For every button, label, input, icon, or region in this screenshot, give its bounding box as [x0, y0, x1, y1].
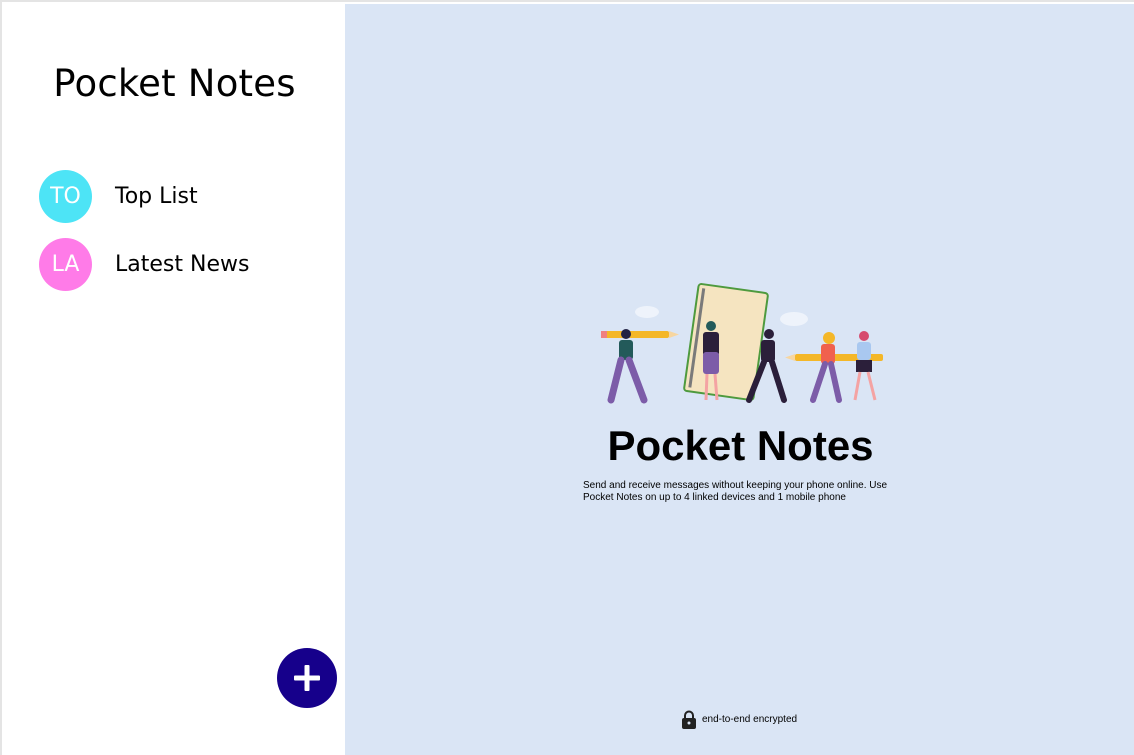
encryption-note: end-to-end encrypted [681, 710, 797, 729]
hero-description: Send and receive messages without keepin… [583, 480, 888, 503]
group-item-top-list[interactable]: TO Top List [4, 162, 345, 230]
app-frame: Pocket Notes TO Top List LA Latest News [0, 0, 1134, 755]
lock-icon [682, 710, 696, 729]
people-carrying-pencils-and-notebook-illustration [601, 283, 883, 404]
encryption-text: end-to-end encrypted [702, 714, 798, 725]
group-name: Top List [115, 183, 198, 209]
hero-title: Pocket Notes [607, 422, 874, 469]
add-group-button[interactable] [277, 648, 337, 708]
group-item-latest-news[interactable]: LA Latest News [4, 230, 345, 298]
main-panel: Pocket Notes Send and receive messages w… [345, 4, 1134, 755]
group-avatar: LA [39, 237, 92, 291]
group-avatar: TO [39, 169, 92, 223]
sidebar: Pocket Notes TO Top List LA Latest News [4, 4, 345, 755]
group-name: Latest News [115, 251, 250, 277]
group-list: TO Top List LA Latest News [4, 162, 345, 298]
plus-icon [294, 665, 320, 691]
app-title: Pocket Notes [53, 62, 296, 105]
